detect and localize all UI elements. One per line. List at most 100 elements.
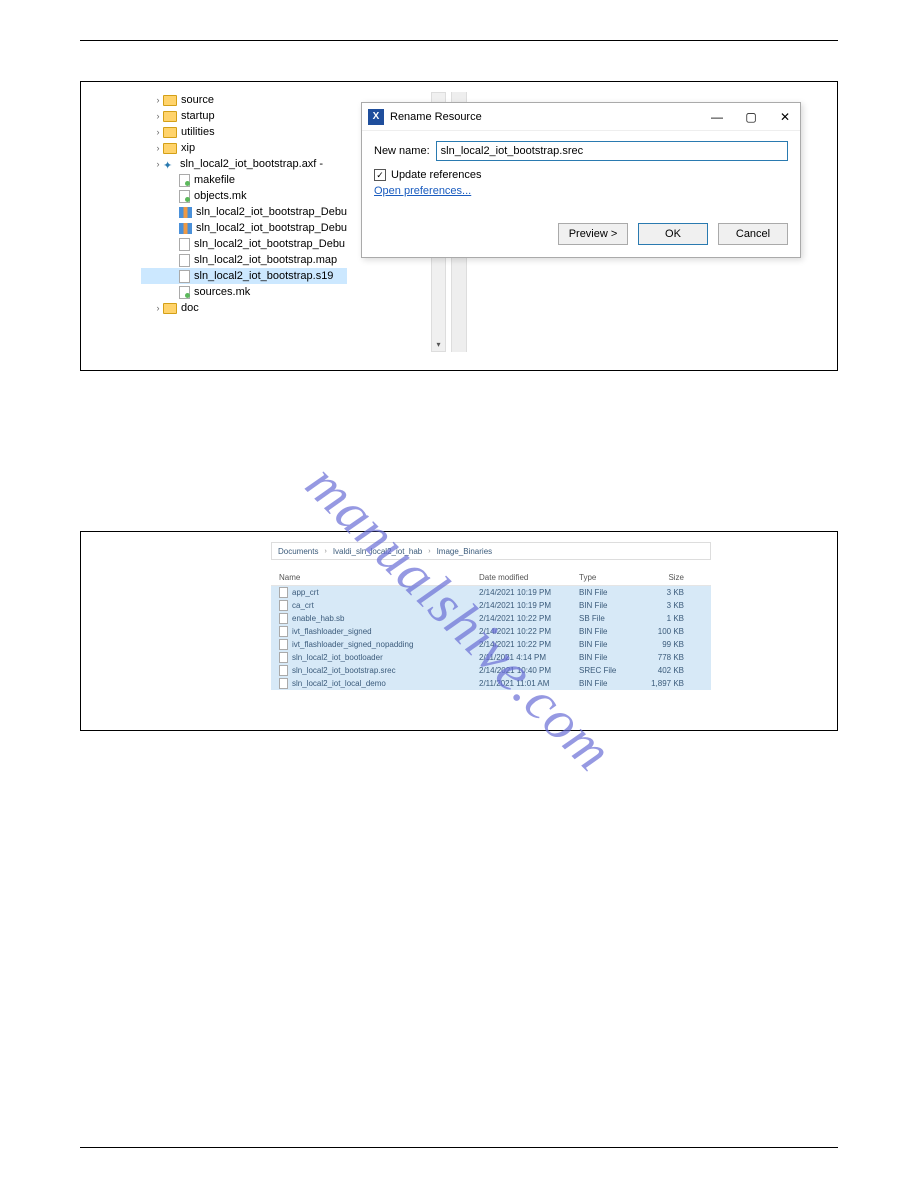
expand-icon[interactable]: › bbox=[153, 140, 163, 156]
tree-item-label: startup bbox=[181, 108, 215, 124]
tree-item[interactable]: sln_local2_iot_bootstrap_Debu bbox=[141, 236, 347, 252]
col-size[interactable]: Size bbox=[634, 573, 684, 582]
maximize-button[interactable]: ▢ bbox=[742, 110, 760, 124]
file-row[interactable]: sln_local2_iot_local_demo2/11/2021 11:01… bbox=[271, 677, 711, 690]
dialog-titlebar[interactable]: X Rename Resource — ▢ ✕ bbox=[362, 103, 800, 131]
file-name: sln_local2_iot_local_demo bbox=[292, 679, 386, 688]
figure-rename-dialog: ›source›startup›utilities›xip›✦sln_local… bbox=[80, 81, 838, 371]
folder-icon bbox=[163, 127, 177, 138]
axf-icon: ✦ bbox=[163, 158, 176, 171]
file-icon bbox=[179, 254, 190, 267]
tree-item-label: sources.mk bbox=[194, 284, 250, 300]
tree-item-label: makefile bbox=[194, 172, 235, 188]
new-name-label: New name: bbox=[374, 145, 430, 157]
file-date: 2/14/2021 10:19 PM bbox=[479, 588, 579, 597]
tree-item[interactable]: › startup bbox=[141, 108, 347, 124]
file-row[interactable]: app_crt2/14/2021 10:19 PMBIN File3 KB bbox=[271, 586, 711, 599]
tree-item-label: utilities bbox=[181, 124, 215, 140]
tree-item[interactable]: sln_local2_iot_bootstrap.s19 bbox=[141, 268, 347, 284]
file-icon bbox=[179, 174, 190, 187]
dialog-title: Rename Resource bbox=[390, 111, 708, 123]
footer-rule bbox=[80, 1147, 838, 1148]
file-icon bbox=[279, 600, 288, 611]
file-icon bbox=[179, 190, 190, 203]
file-name: ivt_flashloader_signed bbox=[292, 627, 372, 636]
expand-icon[interactable]: › bbox=[153, 124, 163, 140]
file-type: BIN File bbox=[579, 653, 634, 662]
file-date: 2/11/2021 4:14 PM bbox=[479, 653, 579, 662]
tree-item-label: objects.mk bbox=[194, 188, 247, 204]
file-size: 3 KB bbox=[634, 601, 684, 610]
binary-icon bbox=[179, 207, 192, 218]
new-name-input[interactable] bbox=[436, 141, 788, 161]
col-date[interactable]: Date modified bbox=[479, 573, 579, 582]
app-icon: X bbox=[368, 109, 384, 125]
expand-icon[interactable]: › bbox=[153, 300, 163, 316]
tree-item[interactable]: ›source bbox=[141, 92, 347, 108]
file-date: 2/14/2021 10:40 PM bbox=[479, 666, 579, 675]
file-icon bbox=[179, 286, 190, 299]
minimize-button[interactable]: — bbox=[708, 110, 726, 124]
binary-icon bbox=[179, 223, 192, 234]
file-name: ivt_flashloader_signed_nopadding bbox=[292, 640, 413, 649]
file-row[interactable]: ivt_flashloader_signed_nopadding 2/14/202… bbox=[271, 638, 711, 651]
tree-item[interactable]: › doc bbox=[141, 300, 347, 316]
file-type: BIN File bbox=[579, 679, 634, 688]
tree-item[interactable]: sources.mk bbox=[141, 284, 347, 300]
file-row[interactable]: ca_crt2/14/2021 10:19 PMBIN File3 KB bbox=[271, 599, 711, 612]
open-preferences-link[interactable]: Open preferences... bbox=[374, 185, 471, 197]
file-size: 1 KB bbox=[634, 614, 684, 623]
file-row[interactable]: enable_hab.sb2/14/2021 10:22 PMSB File1 … bbox=[271, 612, 711, 625]
file-icon bbox=[279, 626, 288, 637]
expand-icon[interactable]: › bbox=[153, 108, 163, 124]
tree-item[interactable]: objects.mk bbox=[141, 188, 347, 204]
project-tree[interactable]: ›source›startup›utilities›xip›✦sln_local… bbox=[141, 92, 347, 316]
file-size: 402 KB bbox=[634, 666, 684, 675]
tree-item[interactable]: sln_local2_iot_bootstrap.map bbox=[141, 252, 347, 268]
tree-item[interactable]: sln_local2_iot_bootstrap_Debu bbox=[141, 204, 347, 220]
breadcrumb[interactable]: Documents›Ivaldi_sln_local2_iot_hab›Imag… bbox=[271, 542, 711, 560]
chevron-right-icon: › bbox=[428, 548, 430, 555]
folder-icon bbox=[163, 95, 177, 106]
file-row[interactable]: ivt_flashloader_signed2/14/2021 10:22 PM… bbox=[271, 625, 711, 638]
column-headers[interactable]: Name Date modified Type Size bbox=[271, 570, 711, 586]
file-size: 3 KB bbox=[634, 588, 684, 597]
tree-item-label: sln_local2_iot_bootstrap.s19 bbox=[194, 268, 333, 284]
tree-item[interactable]: sln_local2_iot_bootstrap_Debu bbox=[141, 220, 347, 236]
file-icon bbox=[279, 613, 288, 624]
scroll-down-icon[interactable]: ▾ bbox=[434, 340, 443, 349]
file-type: BIN File bbox=[579, 588, 634, 597]
file-size: 778 KB bbox=[634, 653, 684, 662]
file-date: 2/14/2021 10:22 PM bbox=[479, 640, 579, 649]
figure-file-explorer: Documents›Ivaldi_sln_local2_iot_hab›Imag… bbox=[80, 531, 838, 731]
tree-item-label: doc bbox=[181, 300, 199, 316]
tree-item[interactable]: makefile bbox=[141, 172, 347, 188]
file-size: 99 KB bbox=[634, 640, 684, 649]
breadcrumb-item[interactable]: Documents bbox=[278, 547, 318, 556]
file-icon bbox=[279, 587, 288, 598]
tree-item[interactable]: ›xip bbox=[141, 140, 347, 156]
file-type: BIN File bbox=[579, 601, 634, 610]
col-name[interactable]: Name bbox=[279, 573, 479, 582]
breadcrumb-item[interactable]: Image_Binaries bbox=[437, 547, 493, 556]
tree-item[interactable]: › utilities bbox=[141, 124, 347, 140]
breadcrumb-item[interactable]: Ivaldi_sln_local2_iot_hab bbox=[333, 547, 422, 556]
file-icon bbox=[279, 639, 288, 650]
file-date: 2/14/2021 10:22 PM bbox=[479, 614, 579, 623]
ok-button[interactable]: OK bbox=[638, 223, 708, 245]
col-type[interactable]: Type bbox=[579, 573, 634, 582]
header-rule bbox=[80, 40, 838, 41]
expand-icon[interactable]: › bbox=[153, 156, 163, 172]
close-button[interactable]: ✕ bbox=[776, 110, 794, 124]
cancel-button[interactable]: Cancel bbox=[718, 223, 788, 245]
file-icon bbox=[279, 652, 288, 663]
file-icon bbox=[179, 238, 190, 251]
update-references-checkbox[interactable]: ✓ bbox=[374, 169, 386, 181]
preview-button[interactable]: Preview > bbox=[558, 223, 628, 245]
file-row[interactable]: sln_local2_iot_bootloader2/11/2021 4:14 … bbox=[271, 651, 711, 664]
expand-icon[interactable]: › bbox=[153, 92, 163, 108]
file-icon bbox=[179, 270, 190, 283]
rename-resource-dialog: X Rename Resource — ▢ ✕ New name: ✓ Upda… bbox=[361, 102, 801, 258]
file-row[interactable]: sln_local2_iot_bootstrap.srec2/14/2021 1… bbox=[271, 664, 711, 677]
tree-item[interactable]: ›✦sln_local2_iot_bootstrap.axf - bbox=[141, 156, 347, 172]
